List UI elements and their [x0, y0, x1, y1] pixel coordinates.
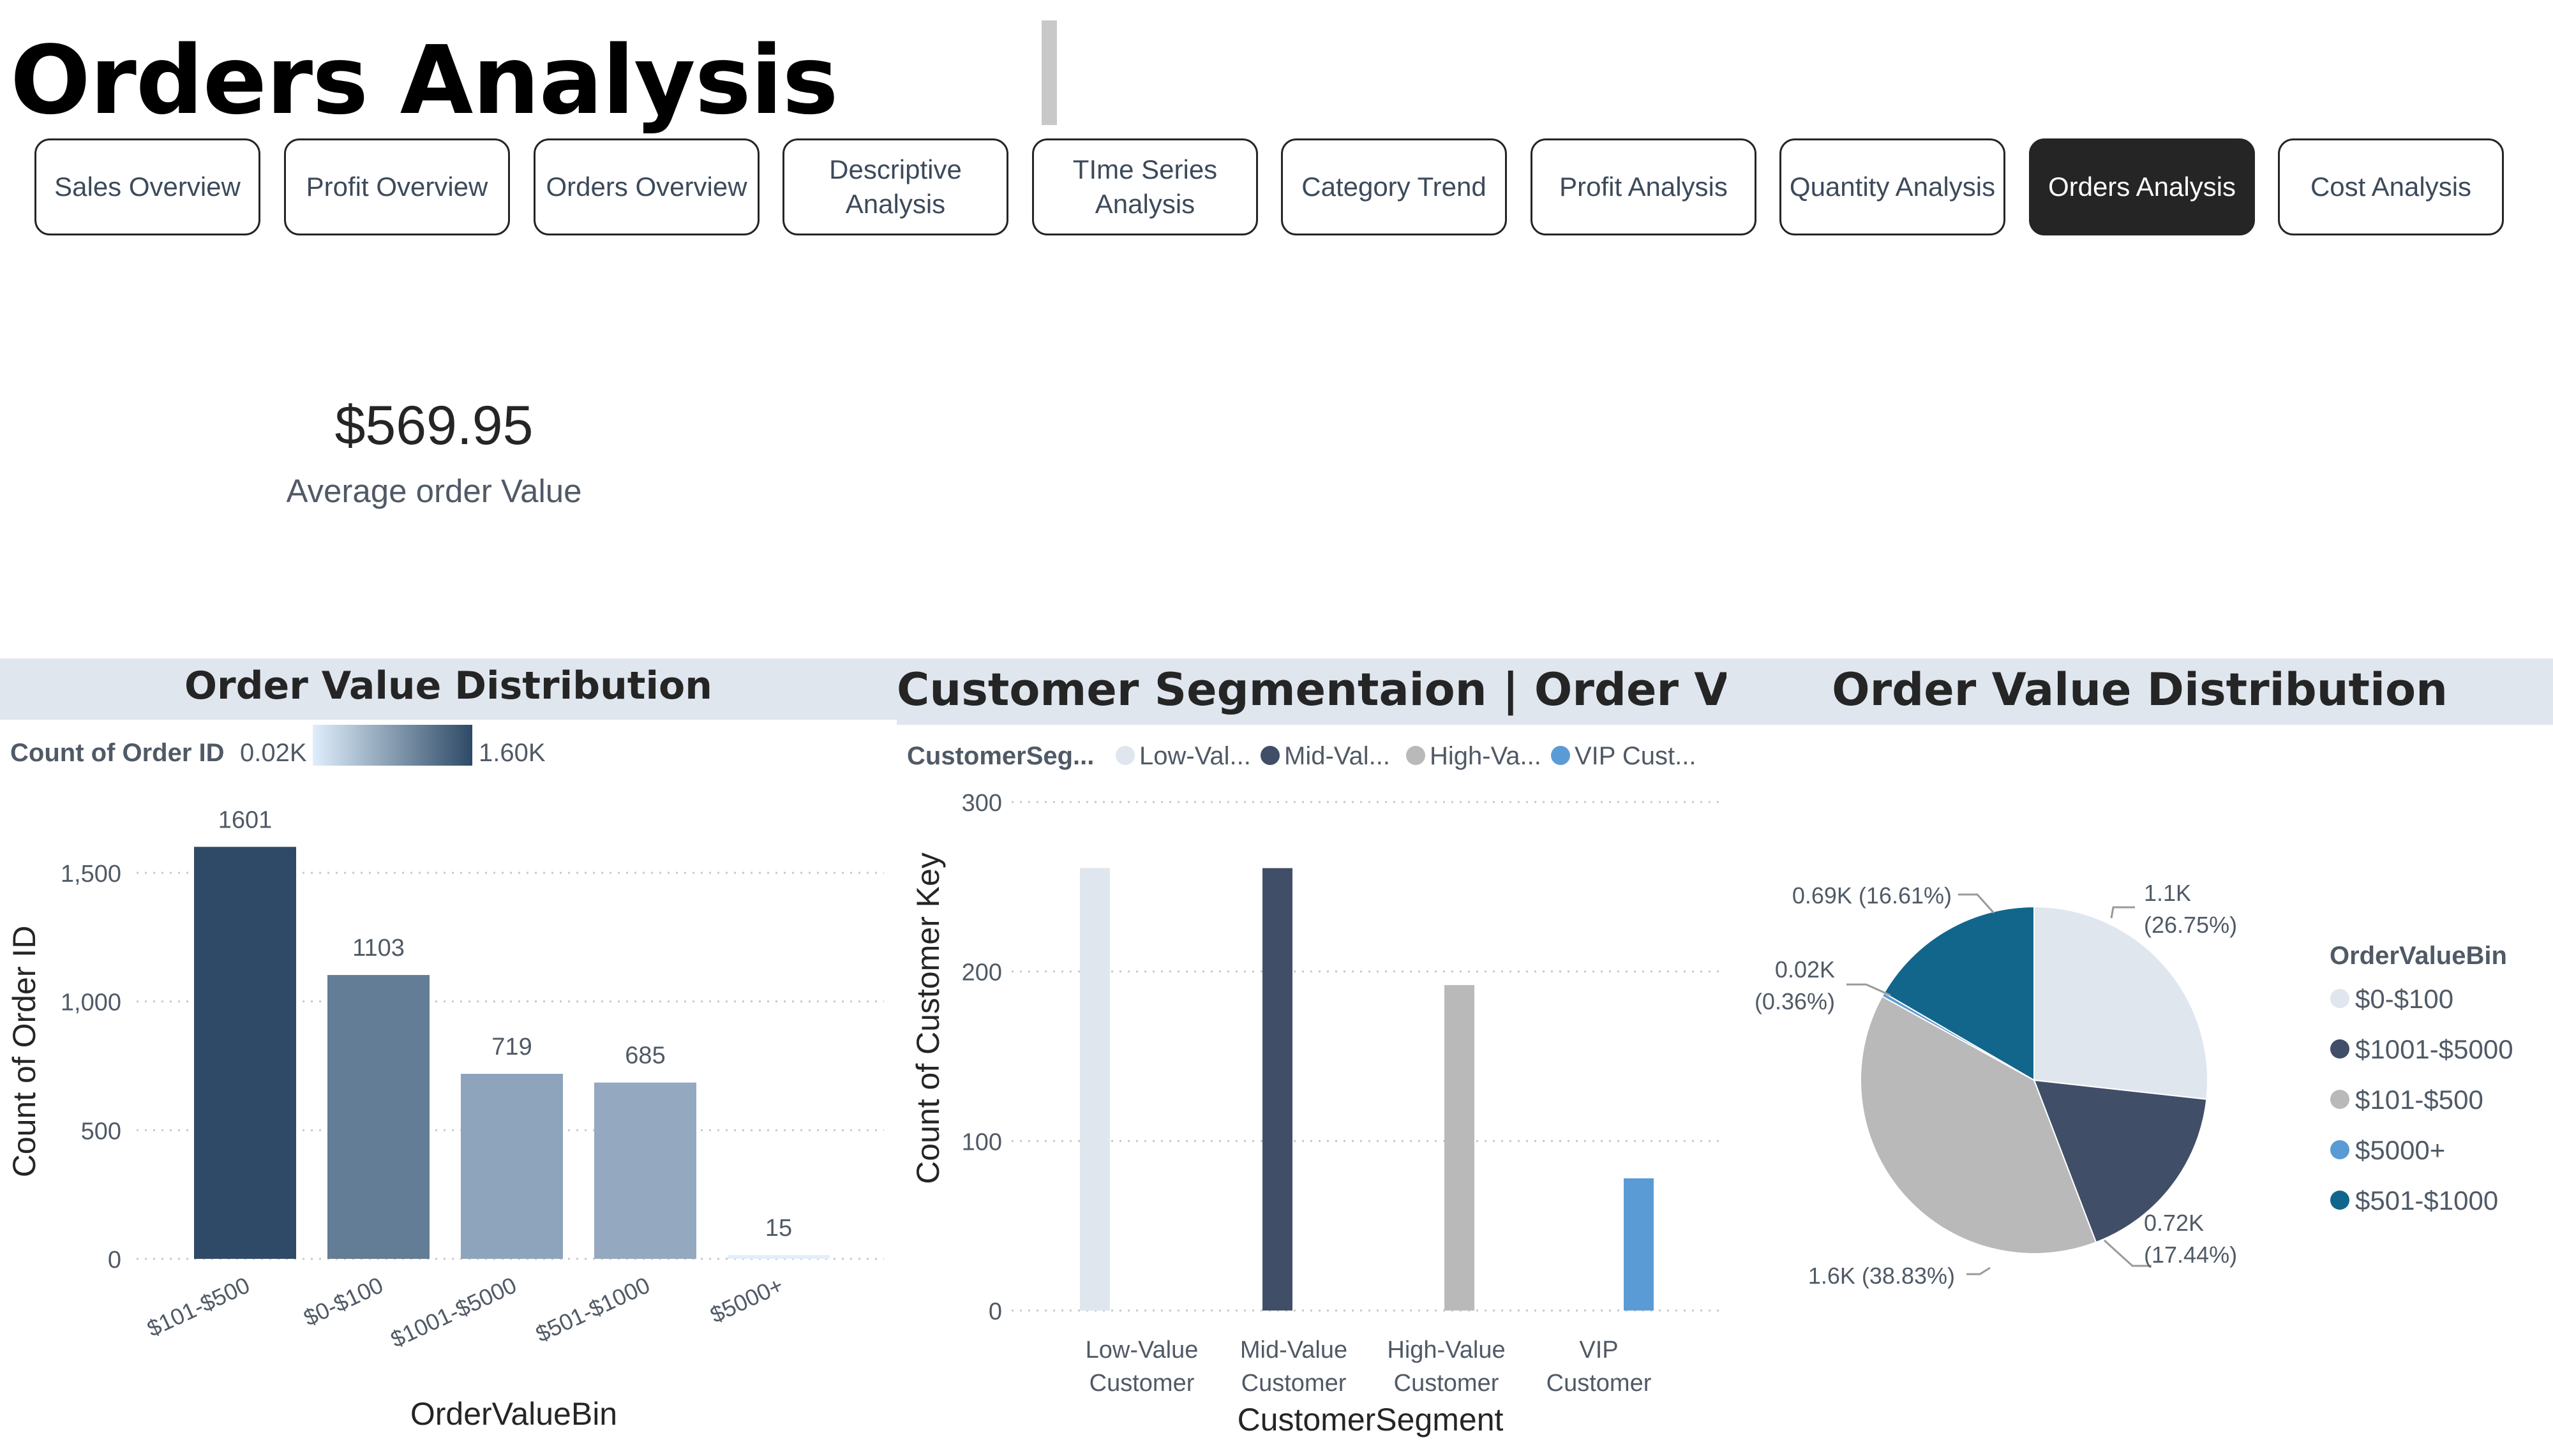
chart1-legend-gradient [313, 725, 472, 766]
chart2-legend-marker [1551, 746, 1570, 765]
pie-legend-label: $101-$500 [2355, 1085, 2483, 1115]
chart1-xlabel: OrderValueBin [410, 1396, 617, 1432]
chart1-data-label: 719 [491, 1034, 532, 1060]
pie-legend-title: OrderValueBin [2330, 942, 2507, 970]
nav-button-sales-overview[interactable]: Sales Overview [34, 138, 260, 235]
chart2-legend-marker [1261, 746, 1280, 765]
nav-button-orders-overview[interactable]: Orders Overview [534, 138, 760, 235]
pie-leader-line [2110, 906, 2135, 919]
customer-segment-bar-chart: CustomerSeg... Low-Val... Mid-Val... High-V… [907, 742, 1720, 1437]
chart1-bar [728, 1254, 830, 1259]
chart1-xtick: $0-$100 [299, 1272, 387, 1331]
pie-legend-label: $501-$1000 [2355, 1185, 2498, 1215]
chart1-legend-label: Count of Order ID [10, 739, 225, 767]
chart1-xtick: $1001-$5000 [387, 1272, 521, 1353]
chart2-bar [1080, 868, 1110, 1311]
chart2-bar [1262, 868, 1292, 1311]
chart2-xtick: Low-Value Customer [1086, 1337, 1199, 1397]
pie-legend-marker [2330, 1191, 2349, 1210]
nav-button-descriptive-analysis[interactable]: Descriptive Analysis [782, 138, 1008, 235]
page-title: Orders Analysis [10, 26, 839, 135]
chart1-bar [327, 975, 430, 1259]
order-value-bar-chart: Count of Order ID 0.02K 1.60K 0 500 1,000 1,50… [6, 725, 884, 1432]
chart2-legend-label: High-Va... [1430, 742, 1541, 770]
pie-data-label: 1.1K (26.75%) [2144, 880, 2237, 938]
chart1-ytick: 1,500 [61, 861, 121, 888]
pie-legend-marker [2330, 1090, 2349, 1109]
pie-legend-label: $1001-$5000 [2355, 1034, 2513, 1064]
chart2-legend-label: VIP Cust... [1575, 742, 1696, 770]
chart2-xlabel: CustomerSegment [1238, 1402, 1504, 1437]
pie-leader-line [1966, 1267, 1991, 1275]
chart1-xtick: $501-$1000 [532, 1272, 654, 1347]
chart2-ytick: 200 [962, 960, 1002, 986]
chart1-bar [594, 1082, 696, 1259]
chart1-ylabel: Count of Order ID [6, 926, 42, 1178]
chart1-xtick: $101-$500 [143, 1272, 253, 1342]
chart1-data-label: 685 [625, 1043, 665, 1069]
pie-legend-marker [2330, 1039, 2349, 1059]
pie-data-label: 0.02K (0.36%) [1755, 956, 1835, 1014]
chart1-title: Order Value Distribution [184, 664, 712, 708]
order-value-pie-chart: 1.1K (26.75%) 0.72K (17.44%) 1.6K (38.83%) 0.… [1755, 880, 2513, 1289]
chart1-legend-min: 0.02K [240, 739, 307, 767]
pie-legend-marker [2330, 989, 2349, 1008]
chart2-xtick: Mid-Value Customer [1240, 1337, 1347, 1397]
chart2-xtick: VIP Customer [1546, 1337, 1652, 1397]
chart1-ytick: 1,000 [61, 990, 121, 1016]
chart1-bar [461, 1074, 563, 1259]
pie-data-label: 0.69K (16.61%) [1792, 882, 1952, 909]
chart2-legend-marker [1406, 746, 1425, 765]
pie-legend-marker [2330, 1140, 2349, 1159]
chart2-title: Customer Segmentaion | Order Value [897, 664, 1834, 716]
chart1-data-label: 15 [765, 1215, 792, 1242]
nav-button-category-trend[interactable]: Category Trend [1281, 138, 1507, 235]
nav-button-quantity-analysis[interactable]: Quantity Analysis [1779, 138, 2005, 235]
chart2-bar [1624, 1178, 1654, 1311]
chart2-bar [1444, 984, 1474, 1311]
chart1-xtick: $5000+ [706, 1272, 787, 1328]
kpi-label: Average order Value [286, 473, 582, 509]
chart2-ytick: 0 [989, 1298, 1002, 1325]
pie-data-label: 0.72K (17.44%) [2144, 1210, 2237, 1268]
pie-legend-label: $0-$100 [2355, 984, 2453, 1014]
chart1-bar [194, 847, 296, 1259]
pie-data-label: 1.6K (38.83%) [1808, 1263, 1955, 1289]
chart3-title: Order Value Distribution [1832, 664, 2448, 716]
chart2-ylabel: Count of Customer Key [910, 852, 946, 1184]
chart2-legend-title: CustomerSeg... [907, 742, 1094, 770]
chart1-ytick: 500 [81, 1118, 121, 1145]
chart1-legend-max: 1.60K [479, 739, 546, 767]
chart2-legend-label: Mid-Val... [1284, 742, 1390, 770]
chart1-data-label: 1601 [218, 806, 273, 833]
nav-button-profit-overview[interactable]: Profit Overview [284, 138, 510, 235]
pie-leader-line [1958, 893, 1995, 914]
pie-legend-label: $5000+ [2355, 1135, 2445, 1165]
nav-button-time-series-analysis[interactable]: TIme Series Analysis [1032, 138, 1258, 235]
chart2-ytick: 300 [962, 790, 1002, 817]
chart2-legend-label: Low-Val... [1139, 742, 1251, 770]
nav-button-orders-analysis[interactable]: Orders Analysis [2029, 138, 2255, 235]
chart1-ytick: 0 [108, 1247, 121, 1274]
chart1-data-label: 1103 [352, 935, 405, 962]
chart2-legend-marker [1116, 746, 1135, 765]
kpi-value: $569.95 [334, 395, 534, 456]
chart2-xtick: High-Value Customer [1387, 1337, 1505, 1397]
nav-button-profit-analysis[interactable]: Profit Analysis [1531, 138, 1756, 235]
scrollbar[interactable] [1042, 20, 1057, 125]
nav-button-cost-analysis[interactable]: Cost Analysis [2278, 138, 2504, 235]
chart2-ytick: 100 [962, 1129, 1002, 1155]
